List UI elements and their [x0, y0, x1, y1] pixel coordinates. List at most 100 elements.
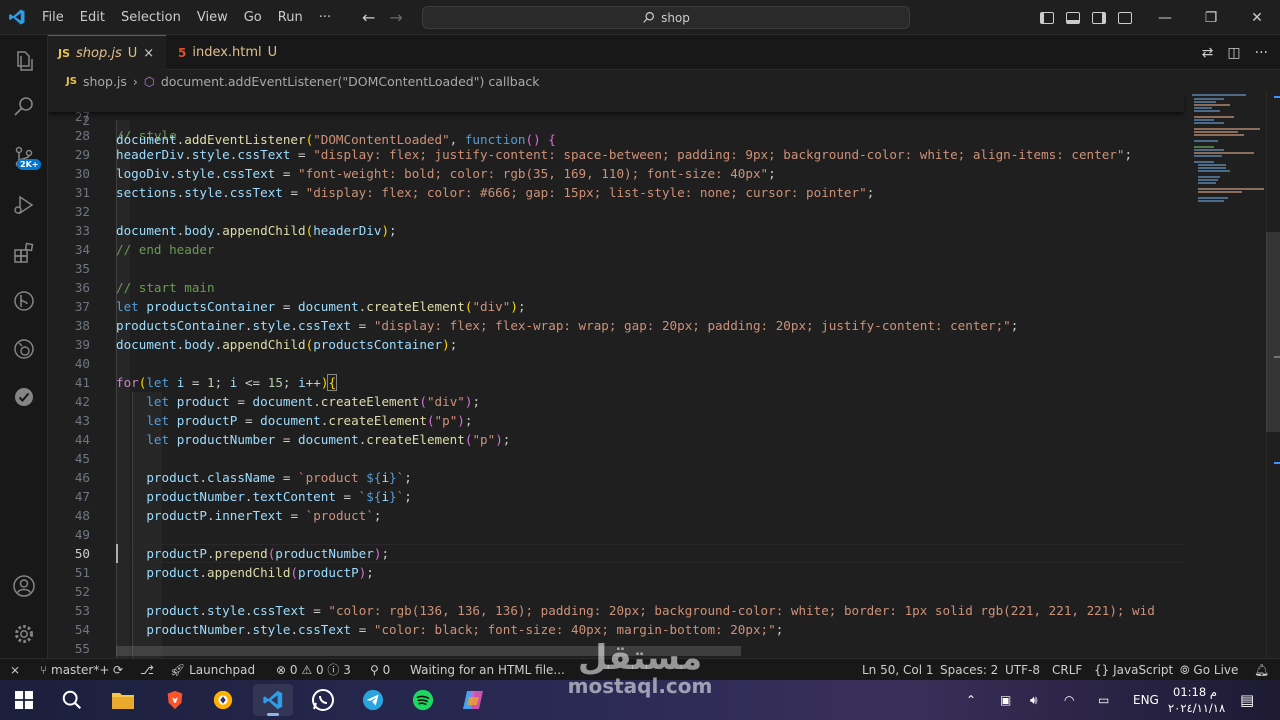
- ports-icon: ⚲: [370, 663, 383, 677]
- code-editor[interactable]: 2 document.addEventListener("DOMContentL…: [48, 92, 1280, 658]
- clock-date: ٢٠٢٤/١١/١٨: [1168, 701, 1226, 715]
- remote-indicator-icon[interactable]: ⨯: [10, 659, 20, 681]
- show-hidden-icons[interactable]: ⌃: [966, 680, 976, 720]
- notification-center-icon[interactable]: ▤: [1240, 680, 1254, 720]
- back-arrow-icon[interactable]: ←: [362, 8, 375, 27]
- telegram-icon[interactable]: [353, 684, 393, 716]
- encoding[interactable]: UTF-8: [1005, 659, 1040, 681]
- code-text: product.appendChild(productP);: [146, 565, 374, 580]
- clock[interactable]: 01:18 م ٢٠٢٤/١١/١٨: [1168, 684, 1226, 716]
- brave-browser-icon[interactable]: [155, 684, 195, 716]
- horizontal-scrollbar[interactable]: [116, 646, 741, 656]
- branch-status[interactable]: ⑂ master*+: [40, 659, 109, 681]
- breadcrumb-file[interactable]: shop.js: [83, 74, 127, 89]
- wifi-icon[interactable]: ◠: [1064, 680, 1074, 720]
- launchpad-status[interactable]: 🚀︎ Launchpad: [170, 659, 255, 681]
- sticky-scroll-line[interactable]: 2 document.addEventListener("DOMContentL…: [48, 92, 1184, 147]
- vscode-taskbar-icon[interactable]: [253, 684, 293, 716]
- menu-view[interactable]: View: [189, 0, 236, 35]
- vscode-logo-icon: [0, 0, 34, 35]
- breadcrumb-symbol[interactable]: document.addEventListener("DOMContentLoa…: [161, 74, 540, 89]
- problems-status[interactable]: ⊗ 0 ⚠ 0 ⓘ 3: [276, 659, 351, 681]
- line-number: 47: [74, 489, 90, 504]
- error-icon: ⊗: [276, 663, 287, 677]
- menu-run[interactable]: Run: [270, 0, 311, 35]
- spotify-icon[interactable]: [403, 684, 443, 716]
- language-mode[interactable]: {} JavaScript: [1094, 659, 1173, 681]
- menu-file[interactable]: File: [34, 0, 72, 35]
- activity-bar: 2K+: [0, 35, 48, 658]
- explorer-icon[interactable]: [0, 37, 48, 85]
- search-view-icon[interactable]: [0, 83, 48, 131]
- taskbar-search-icon[interactable]: [52, 684, 92, 716]
- line-number: 35: [74, 261, 90, 276]
- line-number: 34: [74, 242, 90, 257]
- notifications-bell-icon[interactable]: 🔔︎: [1254, 659, 1269, 681]
- whatsapp-icon[interactable]: [303, 684, 343, 716]
- toggle-panel-icon[interactable]: [1066, 11, 1080, 24]
- command-center-search[interactable]: shop: [422, 6, 910, 29]
- line-number: 49: [74, 527, 90, 542]
- forward-arrow-icon[interactable]: →: [389, 8, 402, 27]
- status-bar: ⨯ ⑂ master*+ ⟳ ⎇ 🚀︎ Launchpad ⊗ 0 ⚠ 0 ⓘ …: [0, 658, 1280, 680]
- code-text: productP.innerText = `product`;: [146, 508, 382, 523]
- split-editor-icon[interactable]: ◫: [1227, 45, 1240, 61]
- run-debug-icon[interactable]: [0, 181, 48, 229]
- menu-more[interactable]: ···: [311, 0, 339, 35]
- minimize-icon[interactable]: —: [1142, 0, 1188, 35]
- source-control-icon[interactable]: 2K+: [0, 133, 48, 181]
- menu-edit[interactable]: Edit: [72, 0, 113, 35]
- go-live-label: Go Live: [1193, 663, 1239, 677]
- line-number: 42: [74, 394, 90, 409]
- close-window-icon[interactable]: ✕: [1234, 0, 1280, 35]
- windows-start-icon[interactable]: [4, 684, 44, 716]
- git-graph-icon[interactable]: [0, 277, 48, 325]
- scrollbar-thumb[interactable]: [1266, 232, 1280, 432]
- line-number: 40: [74, 356, 90, 371]
- settings-gear-icon[interactable]: [0, 610, 48, 658]
- tab-shop-js[interactable]: JS shop.js U ×: [48, 35, 166, 70]
- line-number: 54: [74, 622, 90, 637]
- extensions-icon[interactable]: [0, 229, 48, 277]
- testing-icon[interactable]: [0, 373, 48, 421]
- close-tab-icon[interactable]: ×: [143, 46, 154, 61]
- cursor-position[interactable]: Ln 50, Col 1: [862, 659, 934, 681]
- html-file-icon: 5: [178, 45, 187, 60]
- end-of-line[interactable]: CRLF: [1052, 659, 1082, 681]
- code-line: 53 product.style.cssText = "color: rgb(1…: [48, 601, 1188, 620]
- indentation[interactable]: Spaces: 2: [940, 659, 998, 681]
- restore-icon[interactable]: ❐: [1188, 0, 1234, 35]
- remote-explorer-icon[interactable]: [0, 325, 48, 373]
- line-number: 46: [74, 470, 90, 485]
- minimap[interactable]: [1186, 92, 1266, 658]
- open-changes-icon[interactable]: ⇄: [1202, 45, 1214, 61]
- volume-icon[interactable]: 🔊︎: [1030, 680, 1038, 720]
- line-number: 39: [74, 337, 90, 352]
- ports-status[interactable]: ⚲ 0: [370, 659, 390, 681]
- input-language[interactable]: ENG: [1133, 680, 1159, 720]
- code-line: 51 product.appendChild(productP);: [48, 563, 1188, 582]
- menu-selection[interactable]: Selection: [113, 0, 189, 35]
- code-text: let product = document.createElement("di…: [146, 394, 481, 409]
- launchpad-label: Launchpad: [189, 663, 256, 677]
- layout-controls: [1040, 0, 1132, 35]
- copilot-icon[interactable]: [453, 684, 493, 716]
- menu-go[interactable]: Go: [236, 0, 270, 35]
- vertical-scrollbar[interactable]: [1266, 92, 1280, 658]
- go-live-button[interactable]: ⦾ Go Live: [1180, 659, 1238, 681]
- file-explorer-icon[interactable]: [103, 684, 143, 716]
- overview-ruler-mark: [1274, 356, 1280, 358]
- toggle-primary-sidebar-icon[interactable]: [1040, 11, 1054, 24]
- breadcrumb: JS shop.js › ⬡ document.addEventListener…: [48, 70, 1280, 92]
- sync-icon[interactable]: ⟳: [113, 659, 123, 681]
- tab-index-html[interactable]: 5 index.html U: [168, 35, 288, 70]
- network-icon[interactable]: ▭: [1098, 680, 1109, 720]
- git-graph-status-icon[interactable]: ⎇: [140, 659, 154, 681]
- customize-layout-icon[interactable]: [1118, 11, 1132, 24]
- accounts-icon[interactable]: [0, 562, 48, 610]
- device-icon[interactable]: ▣: [1000, 680, 1011, 720]
- toggle-secondary-sidebar-icon[interactable]: [1092, 11, 1106, 24]
- code-line: 41 for(let i = 1; i <= 15; i++){: [48, 373, 1188, 392]
- browser-icon[interactable]: [203, 684, 243, 716]
- more-actions-icon[interactable]: ···: [1255, 45, 1268, 61]
